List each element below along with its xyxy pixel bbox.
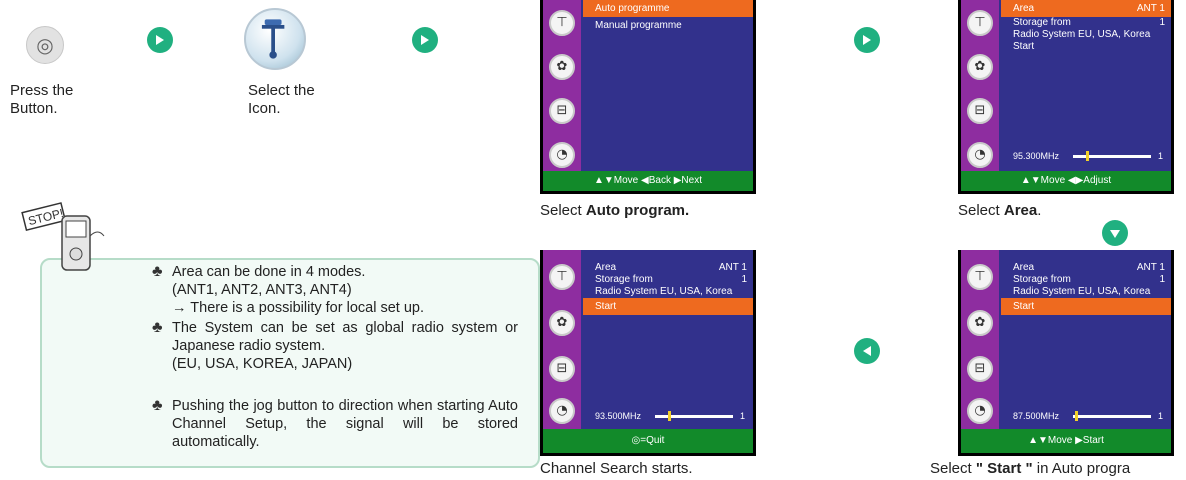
note-1: Area can be done in 4 modes. (ANT1, ANT2… bbox=[172, 263, 512, 317]
club-bullet-icon: ♣ bbox=[152, 397, 163, 414]
caption-area: Select Area. bbox=[958, 202, 1042, 219]
note-3-text: Pushing the jog button to direction when… bbox=[172, 398, 518, 450]
settings-icon: ✿ bbox=[967, 310, 993, 336]
timer-icon: ◔ bbox=[549, 398, 575, 424]
screen-sidebar: ⊤ ✿ ⊟ ◔ bbox=[543, 250, 581, 435]
menu-row[interactable]: Start bbox=[1001, 298, 1171, 315]
screen-footer: ▲▼Move ◀▶Adjust bbox=[961, 171, 1171, 191]
select-icon-text: Select the Icon. bbox=[248, 82, 315, 117]
antenna-icon: ⊤ bbox=[549, 264, 575, 290]
menu-row[interactable]: Storage from 1 bbox=[1001, 17, 1171, 29]
screen-footer: ▲▼Move ▶Start bbox=[961, 429, 1171, 453]
arrow-right-icon bbox=[147, 27, 173, 53]
app-icon bbox=[244, 8, 306, 70]
arrow-right-icon bbox=[854, 27, 880, 53]
input-icon: ⊟ bbox=[967, 98, 993, 124]
caption-start: Select " Start " in Auto progra bbox=[930, 460, 1131, 477]
antenna-icon: ⊤ bbox=[549, 10, 575, 36]
note-1-text: Area can be done in 4 modes. bbox=[172, 264, 366, 280]
note-3: Pushing the jog button to direction when… bbox=[172, 397, 518, 451]
frequency-readout: 95.300MHz 1 bbox=[1013, 151, 1163, 161]
screen-sidebar: ⊤ ✿ ⊟ ◔ bbox=[961, 0, 999, 173]
note-1-sub2: → There is a possibility for local set u… bbox=[172, 300, 424, 316]
note-2-sub: (EU, USA, KOREA, JAPAN) bbox=[172, 356, 353, 372]
menu-row[interactable]: Storage from 1 bbox=[1001, 274, 1171, 286]
frequency-readout: 93.500MHz 1 bbox=[595, 411, 745, 421]
arrow-down-icon bbox=[1102, 220, 1128, 246]
settings-icon: ✿ bbox=[967, 54, 993, 80]
button-glyph: ◎ bbox=[36, 33, 54, 57]
club-bullet-icon: ♣ bbox=[152, 319, 163, 336]
button-icon: ◎ bbox=[26, 26, 64, 64]
menu-row[interactable]: Start bbox=[1001, 41, 1171, 53]
stop-icon: STOP! bbox=[18, 196, 118, 286]
note-2-text: The System can be set as global radio sy… bbox=[172, 320, 518, 354]
menu-row[interactable]: Radio System EU, USA, Korea bbox=[1001, 286, 1171, 298]
menu-row[interactable]: Manual programme bbox=[583, 17, 753, 34]
menu-row[interactable]: Start bbox=[583, 298, 753, 315]
antenna-icon: ⊤ bbox=[967, 264, 993, 290]
screen-channel-search: ⊤ ✿ ⊟ ◔ Area ANT 1 Storage from 1 Radio Sy… bbox=[540, 250, 756, 456]
screen-footer: ◎=Quit bbox=[543, 429, 753, 453]
menu-row[interactable]: Storage from 1 bbox=[583, 274, 753, 286]
caption-auto-program: Select Auto program. bbox=[540, 202, 690, 219]
note-2: The System can be set as global radio sy… bbox=[172, 319, 518, 373]
screen-auto-program: ⊤ ✿ ⊟ ◔ Auto programme Manual programme … bbox=[540, 0, 756, 194]
screen-start: ⊤ ✿ ⊟ ◔ Area ANT 1 Storage from 1 Radio Sy… bbox=[958, 250, 1174, 456]
input-icon: ⊟ bbox=[967, 356, 993, 382]
timer-icon: ◔ bbox=[967, 398, 993, 424]
press-button-text: Press the Button. bbox=[10, 82, 74, 117]
settings-icon: ✿ bbox=[549, 54, 575, 80]
menu-row[interactable]: Area ANT 1 bbox=[1001, 262, 1171, 274]
menu-row[interactable]: Radio System EU, USA, Korea bbox=[583, 286, 753, 298]
note-1-sub: (ANT1, ANT2, ANT3, ANT4) bbox=[172, 282, 352, 298]
menu-row[interactable]: Auto programme bbox=[583, 0, 753, 17]
frequency-readout: 87.500MHz 1 bbox=[1013, 411, 1163, 421]
menu-row[interactable]: Area ANT 1 bbox=[1001, 0, 1171, 17]
timer-icon: ◔ bbox=[967, 142, 993, 168]
antenna-icon: ⊤ bbox=[967, 10, 993, 36]
timer-icon: ◔ bbox=[549, 142, 575, 168]
screen-area: ⊤ ✿ ⊟ ◔ Area ANT 1 Storage from 1 Radio Sy… bbox=[958, 0, 1174, 194]
arrow-left-icon bbox=[854, 338, 880, 364]
input-icon: ⊟ bbox=[549, 98, 575, 124]
settings-icon: ✿ bbox=[549, 310, 575, 336]
club-bullet-icon: ♣ bbox=[152, 263, 163, 280]
caption-channel-search: Channel Search starts. bbox=[540, 460, 693, 477]
menu-row[interactable]: Area ANT 1 bbox=[583, 262, 753, 274]
screen-sidebar: ⊤ ✿ ⊟ ◔ bbox=[543, 0, 581, 173]
screen-footer: ▲▼Move ◀Back ▶Next bbox=[543, 171, 753, 191]
arrow-right-icon bbox=[412, 27, 438, 53]
input-icon: ⊟ bbox=[549, 356, 575, 382]
menu-row[interactable]: Radio System EU, USA, Korea bbox=[1001, 29, 1171, 41]
screen-sidebar: ⊤ ✿ ⊟ ◔ bbox=[961, 250, 999, 435]
